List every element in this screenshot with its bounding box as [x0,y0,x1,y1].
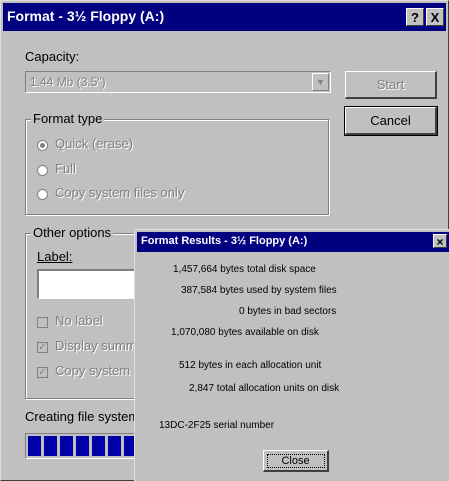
label-caption: Label: [37,249,73,264]
radio-copy-system[interactable] [37,189,48,200]
results-close-icon[interactable]: × [433,234,447,249]
checkbox-display-summary[interactable]: ✓ [37,342,48,353]
serial-number-line: 13DC-2F25 serial number [159,420,275,431]
total-space-line: 1,457,664 bytes total disk space [173,264,316,275]
progress-block [28,436,41,456]
radio-full-label: Full [55,161,76,176]
format-type-title: Format type [31,111,105,126]
total-allocation-line: 2,847 total allocation units on disk [189,383,340,394]
radio-quick-label: Quick (erase) [55,136,134,151]
results-title-bar: Format Results - 3½ Floppy (A:) × [137,232,449,252]
checkbox-display-summary-text: Display summ [55,338,137,353]
checkbox-copy-system-text: Copy system [55,363,131,378]
status-text: Creating file system [25,409,140,424]
chevron-down-icon[interactable]: ▼ [312,73,329,91]
radio-quick[interactable] [37,140,48,151]
cancel-button[interactable]: Cancel [344,106,438,136]
close-button[interactable]: X [426,8,444,26]
available-line: 1,070,080 bytes available on disk [171,327,319,338]
capacity-label: Capacity: [25,49,80,64]
format-results-dialog: Format Results - 3½ Floppy (A:) × 1,457,… [134,229,449,481]
results-title: Format Results - 3½ Floppy (A:) [141,235,308,247]
window-title: Format - 3½ Floppy (A:) [7,8,165,24]
progress-block [76,436,89,456]
close-button[interactable]: Close [263,450,329,472]
system-files-line: 387,584 bytes used by system files [181,285,337,296]
checkbox-copy-system[interactable]: ✓ [37,367,48,378]
radio-full[interactable] [37,165,48,176]
bad-sectors-line: 0 bytes in bad sectors [239,306,337,317]
help-button[interactable]: ? [406,8,424,26]
allocation-unit-line: 512 bytes in each allocation unit [179,360,322,371]
progress-bar [25,433,145,459]
checkbox-no-label[interactable] [37,317,48,328]
radio-copy-system-label: Copy system files only [55,185,185,200]
progress-block [108,436,121,456]
progress-block [44,436,57,456]
checkbox-no-label-text: No label [55,313,103,328]
capacity-value: 1.44 Mb (3.5") [30,75,106,89]
capacity-select[interactable]: 1.44 Mb (3.5") ▼ [25,71,331,93]
progress-block [92,436,105,456]
title-bar: Format - 3½ Floppy (A:) ? X [3,3,446,31]
start-button[interactable]: Start [345,71,437,99]
progress-block [60,436,73,456]
other-options-title: Other options [31,225,114,240]
